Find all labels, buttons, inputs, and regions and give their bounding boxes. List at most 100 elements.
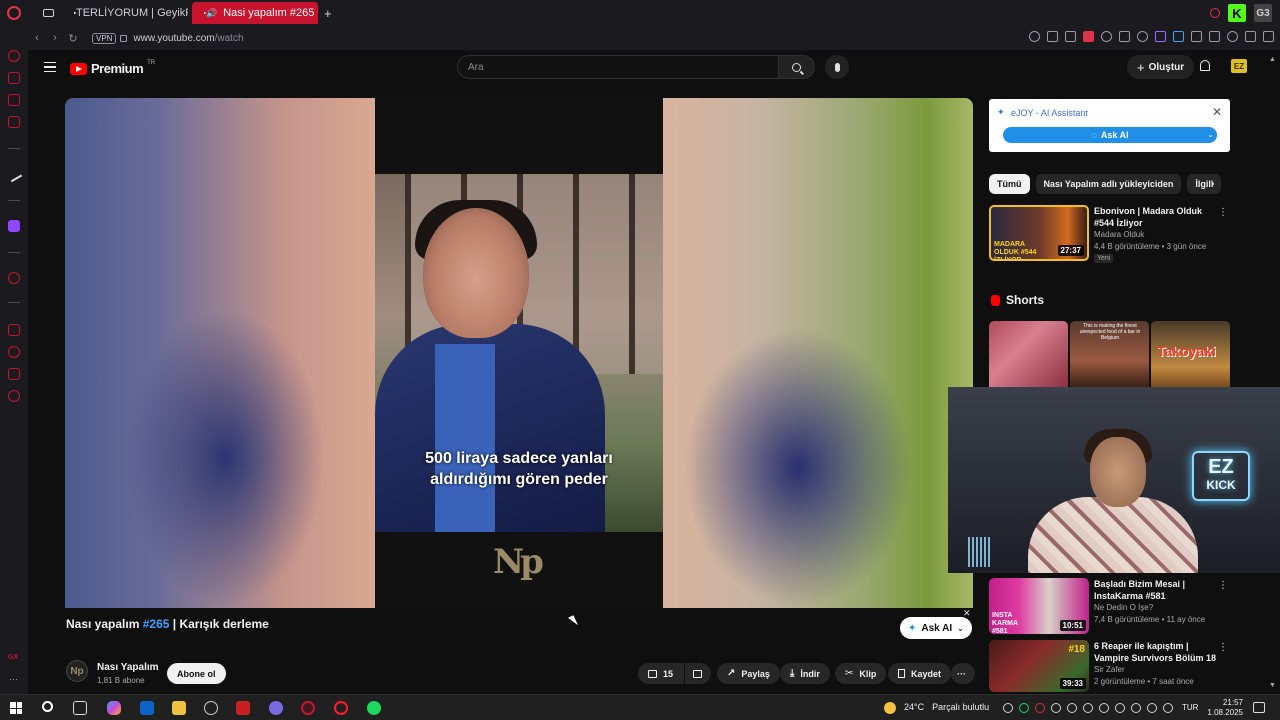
- notifications-icon[interactable]: [1253, 702, 1265, 713]
- clip-button[interactable]: ✂ Klip: [835, 663, 887, 684]
- tray-icon-3[interactable]: [1035, 703, 1045, 713]
- extensions-icon[interactable]: [1209, 31, 1220, 42]
- tab-workspaces[interactable]: [35, 2, 62, 24]
- vpn-badge[interactable]: VPN: [92, 32, 117, 44]
- heart-outline-icon[interactable]: [1137, 31, 1148, 42]
- puzzle-icon[interactable]: [1191, 31, 1202, 42]
- ejoy-close-icon[interactable]: ✕: [1212, 105, 1222, 119]
- more-vert-icon[interactable]: ⋮: [1218, 642, 1228, 653]
- download-button[interactable]: ⤓ İndir: [780, 663, 830, 684]
- channel-name[interactable]: Nası Yapalım: [97, 662, 159, 673]
- save-button[interactable]: Kaydet: [888, 663, 952, 684]
- volume-icon[interactable]: [1147, 703, 1157, 713]
- short-thumbnail[interactable]: [989, 321, 1068, 387]
- opera-gx-taskbar-icon[interactable]: [301, 701, 315, 715]
- more-actions-button[interactable]: ···: [951, 663, 975, 684]
- sidebar-messenger-icon[interactable]: [8, 116, 20, 128]
- zoom-icon[interactable]: [1029, 31, 1040, 42]
- youtube-premium-logo[interactable]: Premium TR: [70, 60, 155, 76]
- video-title[interactable]: Ebonivon | Madara Olduk #544 İzliyor: [1094, 205, 1218, 229]
- dislike-button[interactable]: [685, 663, 711, 684]
- shield-icon[interactable]: [1083, 31, 1094, 42]
- short-thumbnail[interactable]: Takoyaki: [1151, 321, 1230, 387]
- language-indicator[interactable]: TUR: [1182, 703, 1198, 712]
- sound-icon[interactable]: [1163, 703, 1173, 713]
- extension-purple-icon[interactable]: [1155, 31, 1166, 42]
- more-vert-icon[interactable]: ⋮: [1218, 580, 1228, 591]
- video-title[interactable]: Başladı Bizim Mesai | InstaKarma #581: [1094, 578, 1218, 602]
- discord-icon[interactable]: [269, 701, 283, 715]
- task-view-icon[interactable]: [73, 701, 87, 715]
- share-button[interactable]: ↗ Paylaş: [717, 663, 780, 684]
- sidebar-twitch-icon[interactable]: [8, 220, 20, 232]
- tray-icon-7[interactable]: [1099, 703, 1109, 713]
- tray-icon-6[interactable]: [1083, 703, 1093, 713]
- chip-related[interactable]: İlgili: [1187, 174, 1222, 194]
- chip-uploader[interactable]: Nası Yapalım adlı yükleyiciden: [1035, 174, 1182, 194]
- obs-voice-icon[interactable]: [236, 701, 250, 715]
- more-vert-icon[interactable]: ⋮: [1218, 207, 1228, 218]
- sidebar-store-icon[interactable]: [8, 72, 20, 84]
- tray-icon-1[interactable]: [1003, 703, 1013, 713]
- hashtag-link[interactable]: #265: [143, 617, 170, 631]
- forward-arrow-icon[interactable]: ›: [46, 32, 64, 44]
- search-icon[interactable]: [42, 701, 53, 712]
- menu-icon[interactable]: [1263, 31, 1274, 42]
- new-tab-button[interactable]: +: [324, 6, 332, 21]
- subscribe-button[interactable]: Abone ol: [167, 663, 226, 684]
- channel-name[interactable]: Ne Dedin O İşe?: [1094, 603, 1153, 612]
- network-icon[interactable]: [1131, 703, 1141, 713]
- ejoy-ask-ai-button[interactable]: ◌ Ask AI: [1003, 127, 1217, 143]
- profile-icon[interactable]: [1227, 31, 1238, 42]
- tab-terliyorum[interactable]: TERLİYORUM | GeyikPosta: [62, 2, 188, 24]
- download-icon[interactable]: [1245, 31, 1256, 42]
- windows-start-icon[interactable]: [10, 702, 22, 714]
- opera-logo-icon[interactable]: [7, 6, 21, 20]
- kick-icon[interactable]: K: [1228, 4, 1246, 22]
- pin-icon[interactable]: [1047, 31, 1058, 42]
- search-input[interactable]: Ara: [457, 55, 779, 79]
- account-avatar[interactable]: EZ: [1231, 59, 1247, 73]
- sidebar-extensions-icon[interactable]: [8, 368, 20, 380]
- chip-all[interactable]: Tümü: [989, 174, 1030, 194]
- opera-taskbar-icon[interactable]: [334, 701, 348, 715]
- reload-icon[interactable]: ↻: [64, 32, 82, 45]
- sidebar-history-icon[interactable]: [8, 346, 20, 358]
- short-thumbnail[interactable]: This is making the finest unexpected foo…: [1070, 321, 1149, 387]
- tray-icon-5[interactable]: [1067, 703, 1077, 713]
- clock-app-icon[interactable]: [204, 701, 218, 715]
- list-item[interactable]: MADARA OLDUK #544 İZLİYOR 27:37 Ebonivon…: [989, 205, 1230, 265]
- file-explorer-icon[interactable]: [172, 701, 186, 715]
- tray-icon-8[interactable]: [1115, 703, 1125, 713]
- sidebar-music-icon[interactable]: [8, 272, 20, 284]
- tray-icon-4[interactable]: [1051, 703, 1061, 713]
- video-title[interactable]: 6 Reaper ile kapıştım | Vampire Survivor…: [1094, 640, 1218, 664]
- chevron-down-icon[interactable]: ⌄: [1207, 130, 1214, 139]
- heart-icon[interactable]: [1101, 31, 1112, 42]
- sidebar-gx-corner-icon[interactable]: [8, 50, 20, 62]
- channel-name[interactable]: Sir Zafer: [1094, 665, 1125, 674]
- spotify-icon[interactable]: [367, 701, 381, 715]
- video-thumbnail[interactable]: #18 39:33: [989, 640, 1089, 692]
- tray-icon-2[interactable]: [1019, 703, 1029, 713]
- weather-widget[interactable]: 24°C Parçalı bulutlu: [884, 702, 989, 714]
- scroll-down-arrow-icon[interactable]: ▼: [1269, 682, 1276, 689]
- channel-name[interactable]: Madara Olduk: [1094, 230, 1144, 239]
- hamburger-menu-icon[interactable]: [44, 62, 56, 72]
- sidebar-aria-icon[interactable]: [5, 165, 23, 183]
- clock[interactable]: 21:57 1.08.2025: [1205, 698, 1243, 718]
- translate-icon[interactable]: [1173, 31, 1184, 42]
- chevron-right-icon[interactable]: ›: [1211, 178, 1215, 190]
- sidebar-settings-icon[interactable]: [8, 390, 20, 402]
- like-button[interactable]: 15: [638, 663, 684, 684]
- ask-ai-button[interactable]: ✦ Ask AI ⌄: [900, 617, 972, 639]
- send-icon[interactable]: [1119, 31, 1130, 42]
- list-item[interactable]: #18 39:33 6 Reaper ile kapıştım | Vampir…: [989, 640, 1230, 694]
- sidebar-bookmarks-icon[interactable]: [8, 324, 20, 336]
- extension-badge-icon[interactable]: G3: [1254, 4, 1272, 22]
- create-button[interactable]: + Oluştur: [1127, 55, 1195, 79]
- video-player[interactable]: 500 liraya sadece yanları aldırdığımı gö…: [65, 98, 973, 608]
- video-thumbnail[interactable]: MADARA OLDUK #544 İZLİYOR 27:37: [989, 205, 1089, 261]
- channel-avatar[interactable]: Np: [66, 660, 88, 682]
- list-item[interactable]: INSTA KARMA #581 10:51 Başladı Bizim Mes…: [989, 578, 1230, 638]
